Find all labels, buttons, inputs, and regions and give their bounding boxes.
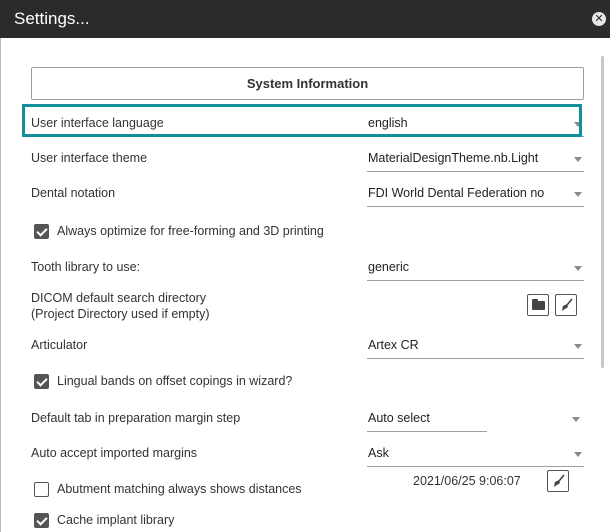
optimize-freeform-checkbox[interactable] (34, 224, 49, 239)
dicom-directory-label: DICOM default search directory (31, 291, 207, 305)
ui-theme-value: MaterialDesignTheme.nb.Light (368, 151, 539, 165)
chevron-down-icon (574, 452, 582, 457)
optimize-freeform-label: Always optimize for free-forming and 3D … (57, 224, 324, 238)
default-tab-row: Default tab in preparation margin step A… (31, 406, 586, 432)
articulator-select[interactable]: Artex CR (367, 335, 584, 359)
folder-icon (532, 299, 545, 310)
lingual-bands-checkbox[interactable] (34, 374, 49, 389)
dental-notation-row: Dental notation FDI World Dental Federat… (31, 181, 586, 207)
system-information-button[interactable]: System Information (31, 67, 584, 100)
dicom-directory-hint: (Project Directory used if empty) (31, 307, 210, 321)
abutment-matching-label: Abutment matching always shows distances (57, 482, 302, 496)
default-tab-value: Auto select (368, 411, 430, 425)
chevron-down-icon (574, 344, 582, 349)
articulator-row: Articulator Artex CR (31, 333, 586, 359)
cache-implant-label: Cache implant library (57, 513, 175, 527)
auto-accept-row: Auto accept imported margins Ask (31, 441, 586, 467)
dicom-directory-row: DICOM default search directory (Project … (31, 288, 586, 324)
chevron-down-icon (574, 157, 582, 162)
articulator-value: Artex CR (368, 338, 419, 352)
dental-notation-label: Dental notation (31, 186, 116, 200)
default-tab-label: Default tab in preparation margin step (31, 411, 241, 425)
dental-notation-select[interactable]: FDI World Dental Federation no (367, 183, 584, 207)
abutment-matching-checkbox[interactable] (34, 482, 49, 497)
close-icon[interactable]: ✕ (592, 12, 606, 26)
focus-highlight (22, 104, 582, 137)
clear-cache-button[interactable] (547, 470, 569, 492)
auto-accept-select[interactable]: Ask (367, 443, 584, 467)
ui-theme-label: User interface theme (31, 151, 148, 165)
auto-accept-value: Ask (368, 446, 389, 460)
auto-accept-label: Auto accept imported margins (31, 446, 198, 460)
broom-icon (562, 298, 573, 311)
title-bar: Settings... ✕ (0, 0, 610, 38)
cache-timestamp: 2021/06/25 9:06:07 (413, 474, 521, 488)
window-title: Settings... (14, 9, 90, 28)
ui-theme-select[interactable]: MaterialDesignTheme.nb.Light (367, 148, 584, 172)
chevron-down-icon (574, 192, 582, 197)
tooth-library-select[interactable]: generic (367, 257, 584, 281)
clear-directory-button[interactable] (555, 294, 577, 316)
default-tab-select[interactable]: Auto select (367, 408, 487, 432)
lingual-bands-label: Lingual bands on offset copings in wizar… (57, 374, 293, 388)
ui-theme-row: User interface theme MaterialDesignTheme… (31, 146, 586, 172)
tooth-library-value: generic (368, 260, 409, 274)
dental-notation-value: FDI World Dental Federation no (368, 186, 545, 200)
chevron-down-icon[interactable] (572, 417, 580, 422)
tooth-library-label: Tooth library to use: (31, 260, 141, 274)
broom-icon (554, 474, 565, 487)
browse-folder-button[interactable] (527, 294, 549, 316)
vertical-scrollbar[interactable] (601, 56, 604, 368)
cache-implant-checkbox[interactable] (34, 513, 49, 528)
tooth-library-row: Tooth library to use: generic (31, 255, 586, 281)
chevron-down-icon (574, 266, 582, 271)
articulator-label: Articulator (31, 338, 88, 352)
